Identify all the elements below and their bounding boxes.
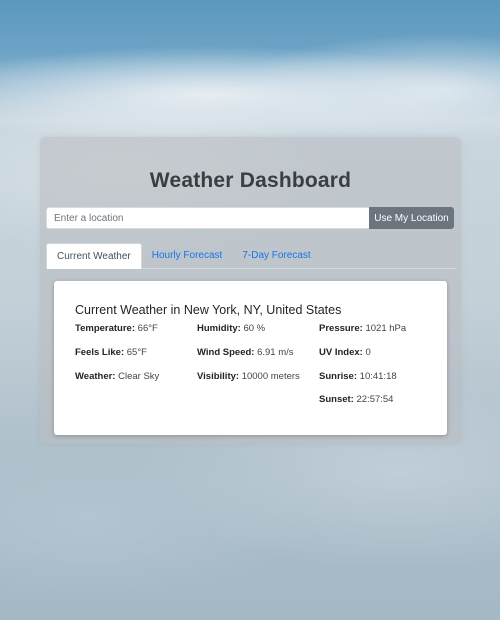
stat-value: Clear Sky	[118, 371, 160, 382]
stat-value: 10000 meters	[241, 371, 300, 382]
current-weather-card: Current Weather in New York, NY, United …	[54, 281, 447, 435]
stat-feels-like: Feels Like: 65°F	[75, 347, 147, 358]
stat-visibility: Visibility: 10000 meters	[197, 371, 300, 382]
forecast-tabs: Current Weather Hourly Forecast 7-Day Fo…	[46, 243, 456, 269]
stat-label: Weather:	[75, 371, 116, 382]
stat-value: 0	[365, 347, 371, 358]
stat-temperature: Temperature: 66°F	[75, 323, 158, 334]
stat-label: Sunset:	[319, 394, 354, 405]
stat-value: 60 %	[243, 323, 266, 334]
tab-7-day-forecast[interactable]: 7-Day Forecast	[232, 244, 320, 268]
location-search-bar: Use My Location	[46, 207, 454, 229]
stat-sunrise: Sunrise: 10:41:18	[319, 371, 397, 382]
stat-humidity: Humidity: 60 %	[197, 323, 265, 334]
stat-label: Visibility:	[197, 371, 240, 382]
stat-value: 1021 hPa	[365, 323, 407, 334]
stat-sunset: Sunset: 22:57:54	[319, 394, 393, 405]
tab-hourly-forecast[interactable]: Hourly Forecast	[142, 244, 233, 268]
stat-value: 65°F	[126, 347, 147, 358]
stat-wind-speed: Wind Speed: 6.91 m/s	[197, 347, 294, 358]
weather-dashboard-panel: Weather Dashboard Use My Location Curren…	[40, 137, 461, 444]
stat-label: Wind Speed:	[197, 347, 255, 358]
stat-value: 6.91 m/s	[257, 347, 294, 358]
stat-value: 66°F	[137, 323, 158, 334]
stat-label: Pressure:	[319, 323, 363, 334]
page-title: Weather Dashboard	[149, 169, 352, 192]
stat-weather: Weather: Clear Sky	[75, 371, 159, 382]
stat-label: Temperature:	[75, 323, 136, 334]
current-weather-heading: Current Weather in New York, NY, United …	[75, 303, 342, 317]
location-input[interactable]	[46, 207, 369, 229]
stat-uv-index: UV Index: 0	[319, 347, 371, 358]
stat-label: Sunrise:	[319, 371, 358, 382]
use-my-location-button[interactable]: Use My Location	[369, 207, 454, 229]
stat-value: 22:57:54	[356, 394, 394, 405]
tab-current-weather[interactable]: Current Weather	[46, 243, 142, 269]
stat-value: 10:41:18	[359, 371, 397, 382]
stat-pressure: Pressure: 1021 hPa	[319, 323, 406, 334]
stat-label: Humidity:	[197, 323, 241, 334]
stat-label: Feels Like:	[75, 347, 125, 358]
stat-label: UV Index:	[319, 347, 363, 358]
